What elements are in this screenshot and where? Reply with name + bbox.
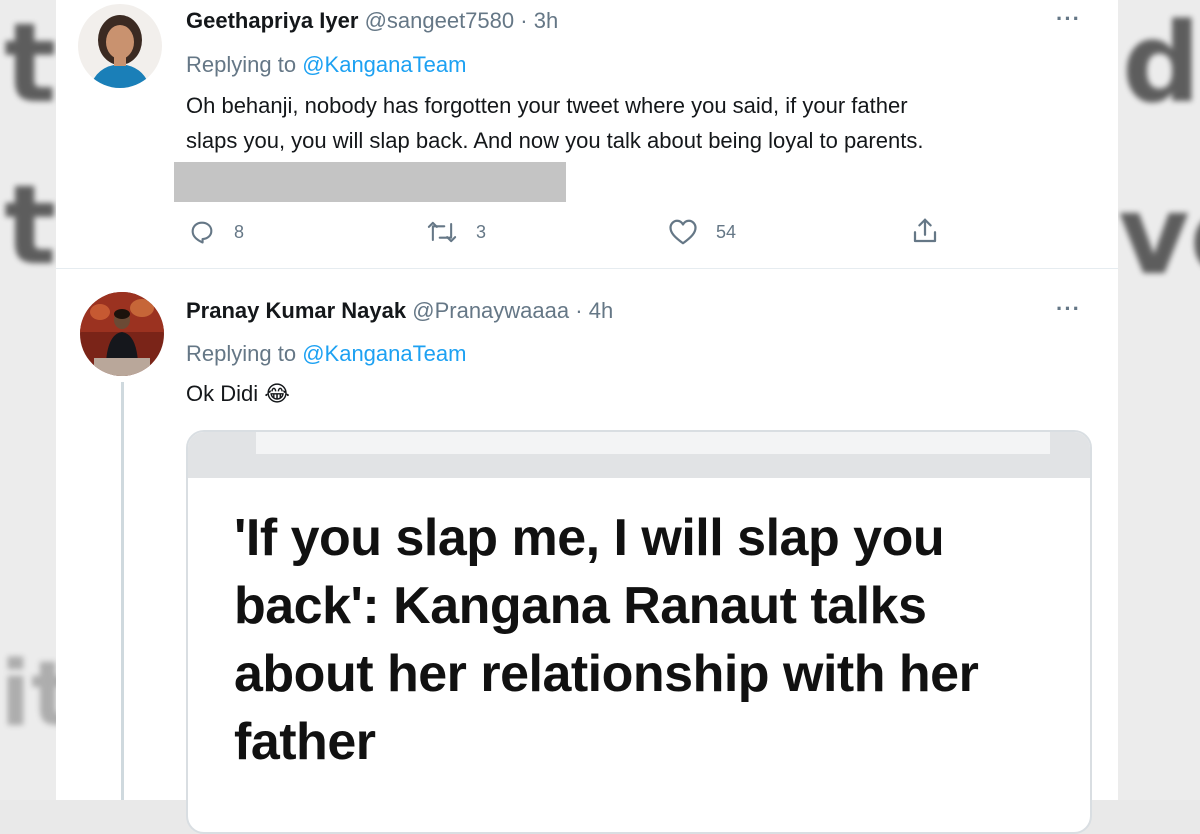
share-icon	[913, 218, 937, 243]
reply-count: 8	[234, 221, 245, 242]
embed-top-strip	[256, 432, 1050, 454]
redacted-block	[174, 162, 566, 202]
author-handle[interactable]: @sangeet7580	[365, 8, 515, 33]
reply-icon	[191, 221, 213, 244]
tweet-text-line: Oh behanji, nobody has forgotten your tw…	[186, 93, 908, 118]
avatar[interactable]	[78, 4, 162, 88]
tweet-text: Oh behanji, nobody has forgotten your tw…	[186, 88, 923, 158]
embedded-media-card[interactable]: 'If you slap me, I will slap you back': …	[186, 430, 1092, 834]
more-icon[interactable]: ···	[1056, 6, 1081, 32]
share-button[interactable]	[910, 216, 940, 246]
background-letter: it	[0, 642, 56, 747]
tweet-text: Ok Didi 😂	[186, 376, 290, 412]
replying-prefix: Replying to	[186, 341, 297, 366]
author-handle[interactable]: @Pranaywaaaa	[412, 298, 569, 323]
background-right: d ve	[1118, 0, 1200, 800]
background-letter: t	[4, 161, 56, 289]
tweet-header: Pranay Kumar Nayak @Pranaywaaaa · 4h	[186, 298, 613, 324]
avatar[interactable]	[80, 292, 164, 376]
tweet-text-content: Ok Didi	[186, 381, 259, 406]
like-count: 54	[716, 221, 737, 242]
timestamp[interactable]: 3h	[534, 8, 558, 33]
like-icon	[669, 219, 697, 245]
replying-prefix: Replying to	[186, 52, 297, 77]
tweet-thread: Geethapriya Iyer @sangeet7580 · 3h ··· R…	[56, 0, 1118, 834]
separator: ·	[520, 8, 528, 33]
retweet-icon	[427, 221, 457, 243]
replying-to: Replying to @KanganaTeam	[186, 341, 466, 367]
replying-to: Replying to @KanganaTeam	[186, 52, 466, 78]
reply-button[interactable]: 8	[188, 218, 244, 246]
author-name[interactable]: Geethapriya Iyer	[186, 8, 358, 33]
embed-top-bar	[188, 432, 1090, 478]
background-letter: t	[4, 0, 56, 127]
like-button[interactable]: 54	[668, 218, 736, 246]
timestamp[interactable]: 4h	[589, 298, 613, 323]
mention-link[interactable]: @KanganaTeam	[302, 52, 466, 77]
retweet-count: 3	[476, 221, 487, 242]
tweet-text-line: slaps you, you will slap back. And now y…	[186, 128, 924, 153]
tweet-header: Geethapriya Iyer @sangeet7580 · 3h	[186, 8, 558, 34]
tweet-divider	[56, 268, 1118, 269]
background-letter: d	[1122, 0, 1200, 127]
embed-headline: 'If you slap me, I will slap you back': …	[234, 509, 979, 771]
thread-connector	[121, 382, 124, 800]
retweet-button[interactable]: 3	[426, 218, 486, 246]
mention-link[interactable]: @KanganaTeam	[302, 341, 466, 366]
separator: ·	[575, 298, 583, 323]
laughing-emoji-icon: 😂	[264, 382, 290, 407]
author-name[interactable]: Pranay Kumar Nayak	[186, 298, 406, 323]
background-letter: ve	[1118, 171, 1200, 299]
more-icon[interactable]: ···	[1056, 296, 1081, 322]
background-left: t t it	[0, 0, 56, 800]
